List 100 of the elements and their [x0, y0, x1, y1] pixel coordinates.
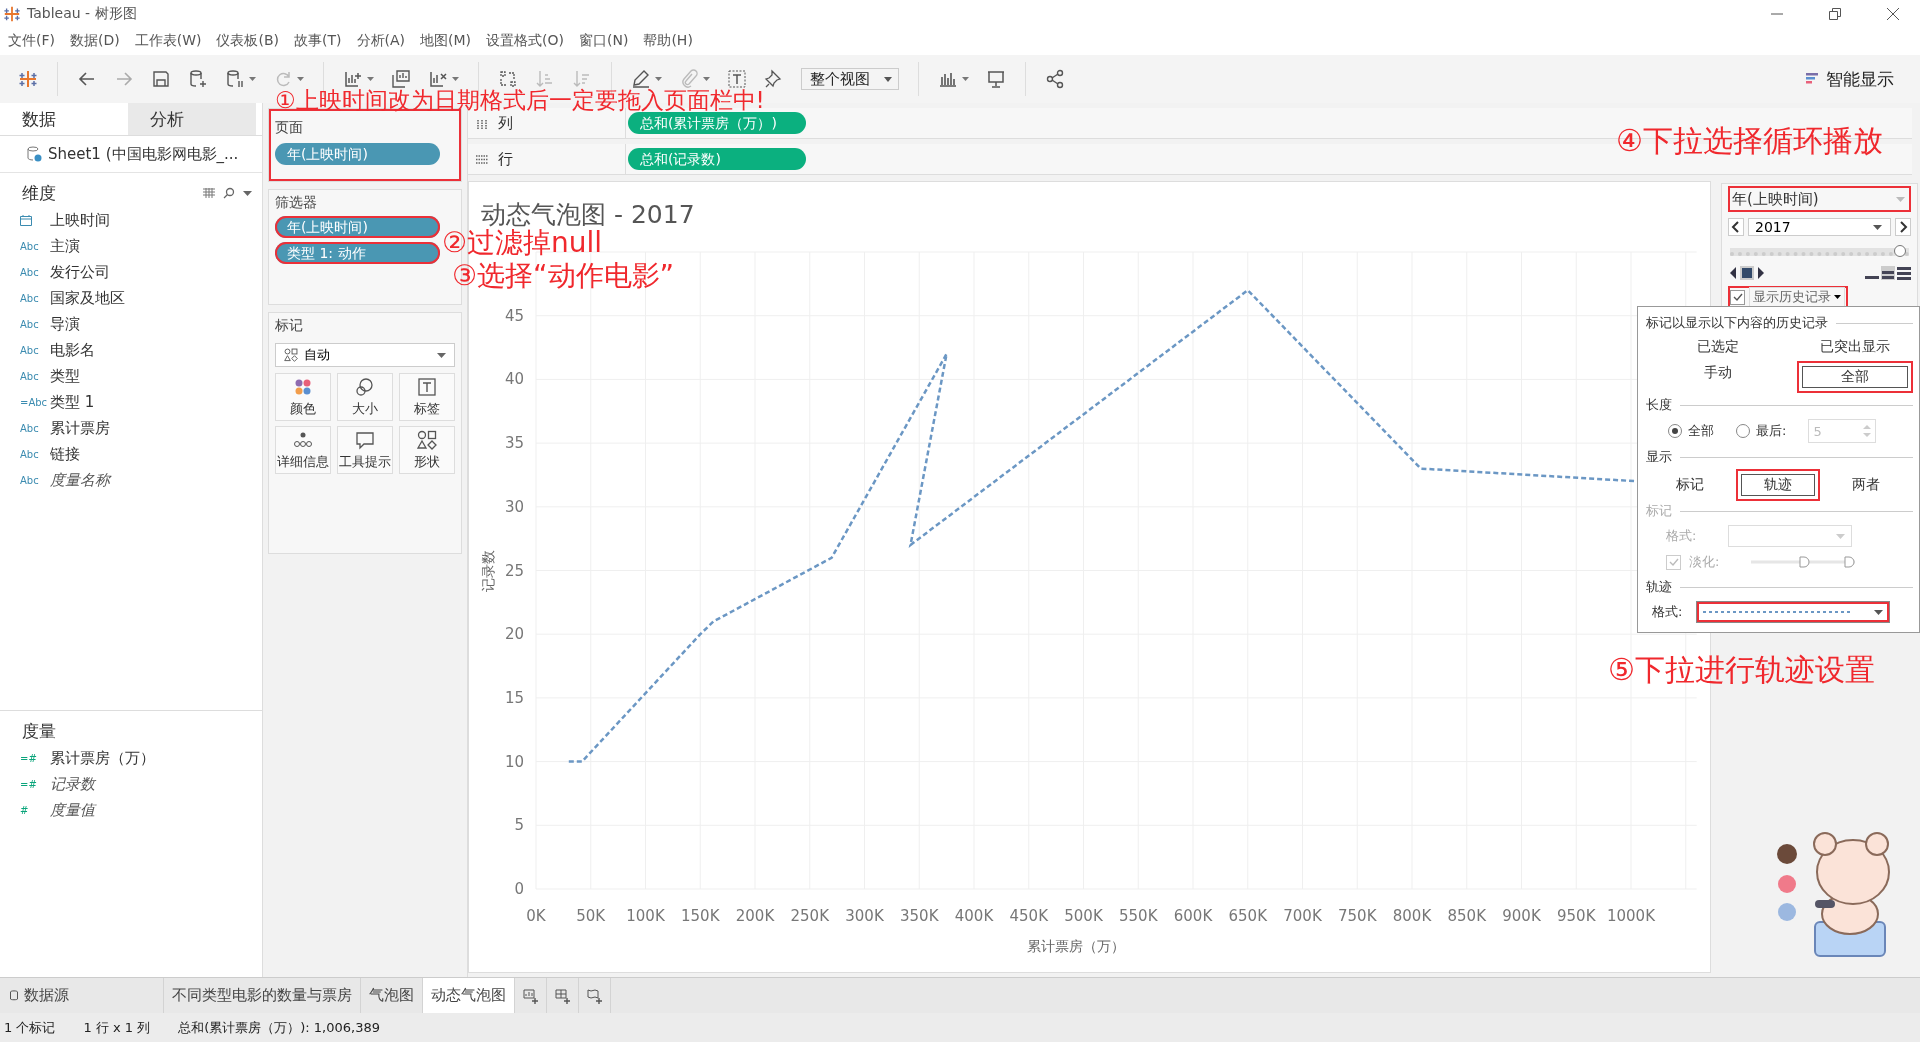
- measure-field[interactable]: 累计票房（万）: [50, 748, 155, 768]
- menu-item[interactable]: 文件(F): [8, 32, 55, 50]
- radio-label[interactable]: 全部: [1688, 422, 1714, 440]
- data-type-label: #: [20, 804, 29, 816]
- clear-chart-icon[interactable]: [428, 69, 448, 89]
- show-option[interactable]: 轨迹: [1736, 469, 1820, 501]
- menu-item[interactable]: 数据(D): [70, 32, 120, 50]
- annotation-text: ④下拉选择循环播放: [1616, 126, 1883, 156]
- dimension-field[interactable]: 累计票房: [50, 418, 110, 438]
- pin-icon[interactable]: [764, 69, 784, 89]
- mark-property-button[interactable]: 形状: [399, 426, 455, 474]
- checkbox[interactable]: [1730, 289, 1745, 305]
- page-control-title[interactable]: 年(上映时间): [1728, 186, 1911, 212]
- sheet-tab[interactable]: 动态气泡图: [423, 978, 515, 1013]
- bars-icon: [1806, 72, 1820, 86]
- format-label: 格式:: [1652, 603, 1683, 621]
- menu-item[interactable]: 故事(T): [294, 32, 342, 50]
- status-text: 1 行 x 1 列: [83, 1018, 151, 1037]
- history-option[interactable]: 已选定: [1660, 335, 1777, 359]
- history-option[interactable]: 全部: [1796, 361, 1913, 393]
- speed-fast-icon[interactable]: [1897, 266, 1911, 280]
- swap-icon[interactable]: [498, 69, 518, 89]
- check-icon: [1668, 557, 1679, 567]
- section-title: 度量: [22, 719, 56, 743]
- caret-icon[interactable]: [297, 77, 304, 81]
- grid-view-icon[interactable]: [203, 188, 215, 198]
- dimension-field[interactable]: 导演: [50, 314, 80, 334]
- stop-icon[interactable]: [1740, 266, 1754, 280]
- x-tick-label: 800K: [1392, 907, 1432, 925]
- menu-item[interactable]: 分析(A): [356, 32, 405, 50]
- next-icon[interactable]: [1895, 218, 1911, 236]
- dimension-field[interactable]: 上映时间: [50, 210, 110, 230]
- caret-icon[interactable]: [703, 77, 710, 81]
- add-database-icon[interactable]: [188, 69, 208, 89]
- add-chart-icon[interactable]: [343, 69, 363, 89]
- dimension-field[interactable]: 类型 1: [50, 392, 95, 412]
- mark-property-button[interactable]: 大小: [337, 373, 393, 421]
- y-tick-label: 10: [504, 752, 524, 771]
- dimension-field[interactable]: 类型: [50, 366, 80, 386]
- search-icon[interactable]: [223, 187, 235, 199]
- data-source-name[interactable]: Sheet1 (中国电影网电影_...: [48, 144, 239, 164]
- dimension-field[interactable]: 发行公司: [50, 262, 110, 282]
- restore-icon[interactable]: [1828, 6, 1842, 21]
- y-tick-label: 5: [514, 816, 524, 835]
- menu-item[interactable]: 设置格式(O): [486, 32, 564, 50]
- show-history-toggle[interactable]: 显示历史记录: [1728, 286, 1848, 308]
- data-type-label: Abc: [20, 318, 39, 330]
- show-option[interactable]: 标记: [1660, 473, 1720, 497]
- dimension-field[interactable]: 电影名: [50, 340, 95, 360]
- menu-item[interactable]: 工作表(W): [134, 32, 202, 50]
- annotation-text: ②过滤掉null: [442, 229, 603, 257]
- play-back-icon[interactable]: [1728, 266, 1738, 280]
- dimension-field[interactable]: 链接: [50, 444, 80, 464]
- caret-icon[interactable]: [249, 77, 256, 81]
- history-option[interactable]: 已突出显示: [1796, 335, 1913, 359]
- menu-item[interactable]: 地图(M): [420, 32, 472, 50]
- logo-icon[interactable]: [18, 69, 38, 89]
- menu-item[interactable]: 帮助(H): [643, 32, 693, 50]
- calendar-icon: [20, 214, 32, 226]
- paperclip-icon[interactable]: [679, 69, 699, 89]
- caret-icon[interactable]: [243, 190, 252, 196]
- caret-icon[interactable]: [367, 77, 374, 81]
- pane-tab[interactable]: 分析: [128, 103, 256, 135]
- menu-item[interactable]: 仪表板(B): [216, 32, 279, 50]
- measure-field[interactable]: 记录数: [50, 774, 95, 794]
- x-tick-label: 400K: [954, 907, 994, 925]
- measure-field[interactable]: 度量值: [50, 800, 95, 820]
- mark-property-button[interactable]: 颜色: [275, 373, 331, 421]
- mark-type-dropdown[interactable]: 自动: [275, 343, 455, 367]
- dimension-field[interactable]: 国家及地区: [50, 288, 125, 308]
- caret-icon[interactable]: [452, 77, 459, 81]
- duplicate-chart-icon[interactable]: [391, 69, 411, 89]
- x-tick-label: 300K: [845, 907, 884, 925]
- save-icon[interactable]: [151, 69, 171, 89]
- page-value-dropdown[interactable]: 2017: [1748, 218, 1891, 236]
- mark-property-button[interactable]: 详细信息: [275, 426, 331, 474]
- play-icon[interactable]: [1756, 266, 1766, 280]
- text-icon[interactable]: [727, 69, 747, 89]
- caret-icon[interactable]: [655, 77, 662, 81]
- radio-label[interactable]: 最后:: [1756, 422, 1787, 440]
- mark-property-button[interactable]: 工具提示: [337, 426, 393, 474]
- presentation-icon[interactable]: [986, 69, 1006, 89]
- spinner-arrows-icon: [1863, 424, 1872, 438]
- menu-item[interactable]: 窗口(N): [579, 32, 629, 50]
- speed-medium-icon[interactable]: [1881, 266, 1895, 280]
- close-icon[interactable]: [1886, 6, 1900, 21]
- share-icon[interactable]: [1045, 69, 1065, 89]
- show-me-button[interactable]: 智能显示: [1800, 66, 1900, 92]
- history-option[interactable]: 手动: [1660, 361, 1777, 385]
- dimension-field[interactable]: 主演: [50, 236, 80, 256]
- dimension-field[interactable]: 度量名称: [50, 470, 110, 490]
- caret-icon[interactable]: [962, 77, 969, 81]
- show-option[interactable]: 两者: [1836, 473, 1896, 497]
- trail-format-dropdown[interactable]: [1696, 601, 1891, 623]
- pause-database-icon[interactable]: [225, 69, 245, 89]
- pen-icon[interactable]: [631, 69, 651, 89]
- mark-property-button[interactable]: 标签: [399, 373, 455, 421]
- previous-icon[interactable]: [1728, 218, 1744, 236]
- caret-icon: [1834, 295, 1841, 299]
- view-size-dropdown[interactable]: 整个视图: [801, 68, 899, 90]
